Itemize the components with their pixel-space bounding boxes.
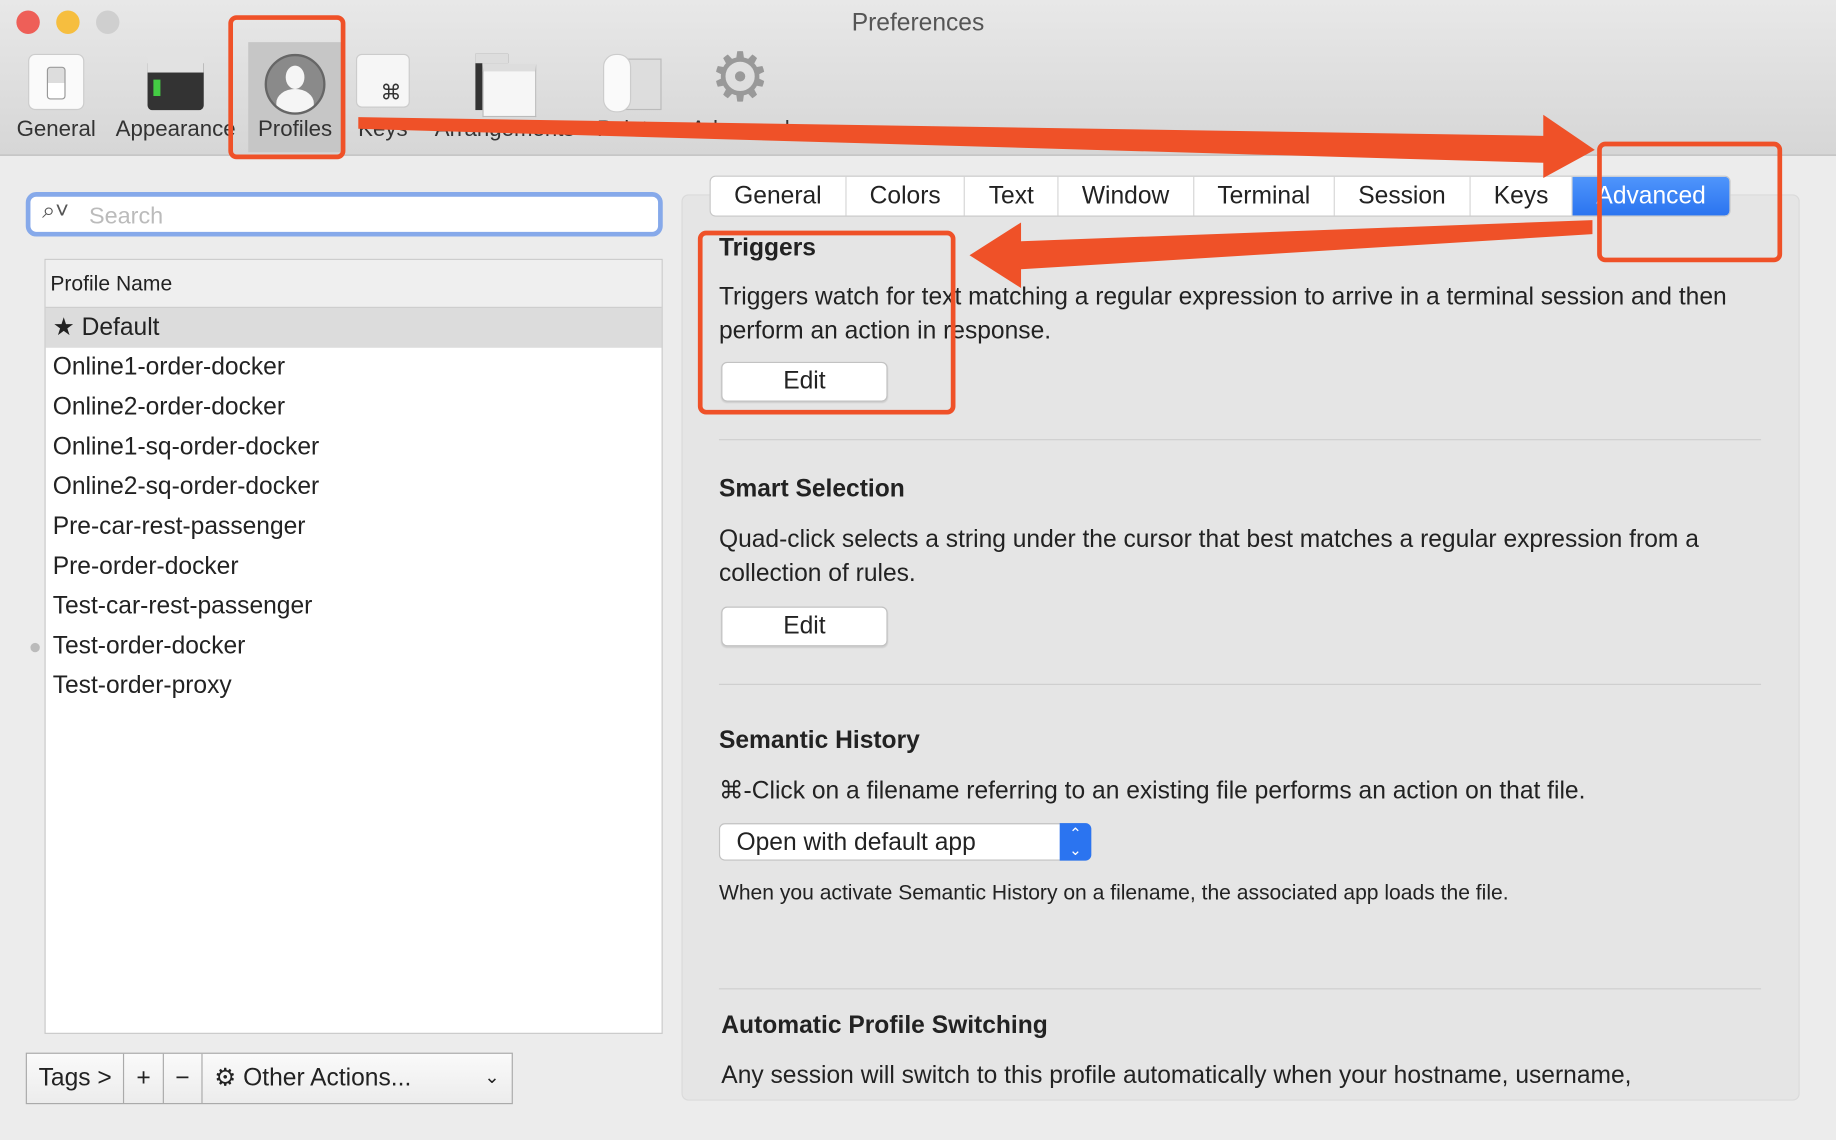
annotation-arrow-right: [358, 114, 1595, 178]
annotation-arrow-left: [969, 220, 1593, 289]
annotation-arrows: [358, 114, 1595, 289]
